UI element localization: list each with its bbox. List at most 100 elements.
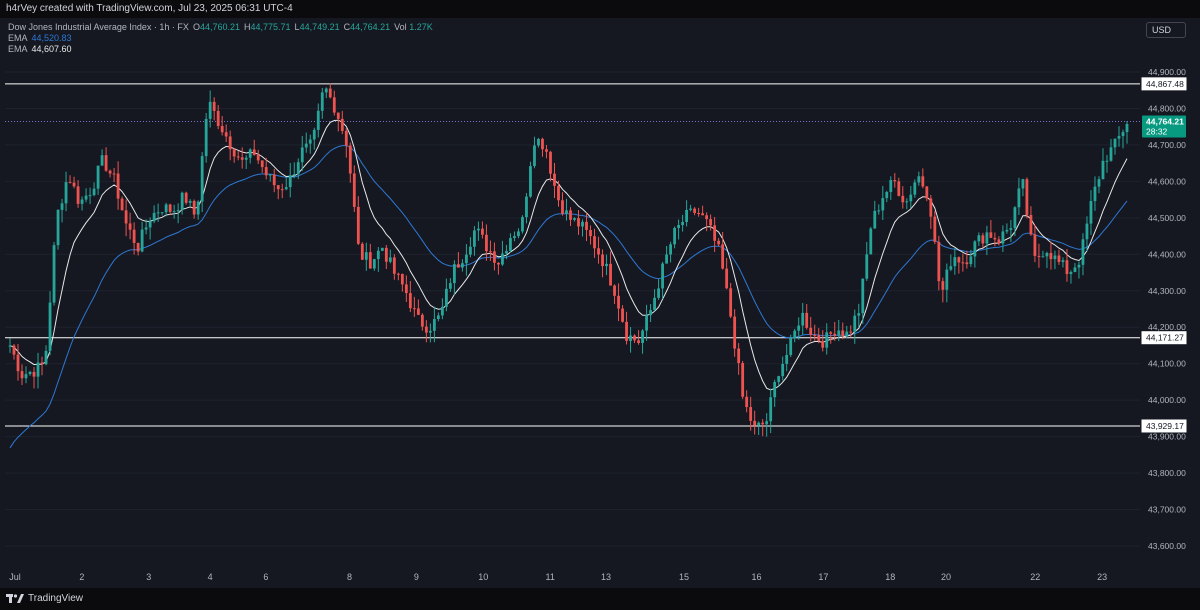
chart-legend: Dow Jones Industrial Average Index · 1h … bbox=[8, 22, 433, 55]
candle-body bbox=[509, 238, 512, 251]
candle-body bbox=[809, 327, 813, 335]
price-tick-label: 44,000.00 bbox=[1148, 395, 1186, 405]
candle-body bbox=[1061, 260, 1065, 262]
candle-body bbox=[493, 251, 496, 263]
candle-body bbox=[88, 195, 92, 197]
time-tick-label: 23 bbox=[1097, 572, 1107, 582]
candle-body bbox=[1021, 179, 1025, 189]
candle-body bbox=[673, 227, 676, 245]
candle-body bbox=[264, 167, 268, 176]
candle-body bbox=[1029, 215, 1033, 235]
last-price-label: 44,764.21 bbox=[1146, 117, 1184, 127]
time-tick-label: 6 bbox=[263, 572, 268, 582]
candle-body bbox=[208, 101, 212, 119]
candle-body bbox=[525, 196, 528, 218]
candle-body bbox=[573, 218, 576, 220]
candle-body bbox=[689, 208, 693, 210]
candle-body bbox=[569, 210, 572, 220]
price-tick-label: 44,500.00 bbox=[1148, 213, 1186, 223]
chart-area[interactable]: 44,900.00 44,800.00 44,700.00 44,600.00 44,5… bbox=[0, 18, 1200, 588]
candle-body bbox=[677, 225, 681, 228]
candle-body bbox=[817, 335, 821, 341]
candle-body bbox=[12, 345, 16, 355]
candle-body bbox=[785, 355, 789, 364]
candle-body bbox=[92, 188, 96, 196]
candle-body bbox=[308, 139, 312, 144]
candle-body bbox=[461, 263, 464, 268]
candle-body bbox=[605, 263, 608, 267]
candle-body bbox=[609, 263, 612, 286]
candle-body bbox=[577, 218, 580, 227]
legend-ema1-label: EMA bbox=[8, 33, 28, 43]
candle-body bbox=[116, 173, 120, 199]
time-tick-label: 20 bbox=[941, 572, 951, 582]
candle-body bbox=[1081, 239, 1085, 265]
candle-body bbox=[729, 288, 733, 317]
countdown-label: 28:32 bbox=[1146, 127, 1168, 137]
candle-body bbox=[953, 257, 957, 267]
level-price-label: 43,929.17 bbox=[1146, 421, 1184, 431]
candle-body bbox=[448, 283, 452, 289]
candle-body bbox=[340, 118, 344, 131]
tradingview-logo[interactable]: TradingView bbox=[6, 593, 83, 604]
candle-body bbox=[737, 348, 741, 364]
candle-body bbox=[64, 182, 68, 204]
candle-body bbox=[164, 204, 168, 213]
candle-body bbox=[192, 200, 196, 215]
legend-volume-key: Vol bbox=[394, 22, 407, 32]
candle-body bbox=[793, 330, 797, 339]
candle-body bbox=[400, 273, 404, 285]
candle-body bbox=[797, 325, 801, 331]
candle-body bbox=[428, 330, 432, 333]
candle-body bbox=[921, 176, 925, 187]
candle-body bbox=[469, 246, 472, 255]
candle-body bbox=[396, 273, 400, 275]
candle-body bbox=[933, 216, 937, 242]
candle-body bbox=[1069, 272, 1073, 275]
candle-body bbox=[436, 315, 440, 320]
candle-body bbox=[292, 174, 296, 176]
candle-body bbox=[32, 371, 36, 377]
candle-body bbox=[348, 145, 352, 174]
candle-body bbox=[1077, 264, 1081, 268]
candlestick-chart[interactable]: 44,900.00 44,800.00 44,700.00 44,600.00 44,5… bbox=[0, 18, 1200, 588]
candle-body bbox=[104, 155, 108, 171]
candle-body bbox=[789, 338, 793, 356]
candle-body bbox=[376, 250, 380, 260]
candle-body bbox=[725, 268, 729, 289]
candle-body bbox=[140, 229, 144, 252]
time-tick-label: 16 bbox=[751, 572, 761, 582]
candle-body bbox=[585, 221, 588, 230]
candle-body bbox=[416, 308, 420, 315]
candle-body bbox=[761, 422, 765, 425]
price-axis: 44,900.00 44,800.00 44,700.00 44,600.00 44,5… bbox=[1140, 18, 1200, 588]
legend-ema1-row[interactable]: EMA 44,520.83 bbox=[8, 33, 433, 44]
candle-body bbox=[621, 308, 624, 322]
chart-caption: h4rVey created with TradingView.com, Jul… bbox=[6, 3, 293, 14]
candle-body bbox=[1013, 207, 1017, 229]
candle-body bbox=[252, 149, 256, 155]
candle-body bbox=[352, 173, 356, 207]
candle-body bbox=[1009, 228, 1013, 230]
time-axis: Jul 2 3 4 6 8 9 10 11 13 15 16 17 18 20 22 23 bbox=[9, 572, 1107, 582]
legend-ema2-row[interactable]: EMA 44,607.60 bbox=[8, 44, 433, 55]
candle-body bbox=[721, 244, 725, 269]
candle-body bbox=[1045, 252, 1049, 257]
candle-body bbox=[645, 315, 648, 331]
candle-body bbox=[973, 241, 977, 257]
candle-body bbox=[196, 201, 200, 215]
ema-lines bbox=[9, 119, 1128, 449]
candle-body bbox=[989, 232, 993, 238]
candle-body bbox=[260, 160, 264, 168]
candle-body bbox=[236, 156, 240, 158]
candle-body bbox=[601, 254, 604, 267]
candle-body bbox=[1025, 179, 1029, 216]
candle-body bbox=[841, 330, 845, 336]
currency-button[interactable]: USD bbox=[1146, 22, 1186, 38]
candle-body bbox=[909, 194, 913, 202]
candle-body bbox=[713, 225, 717, 241]
candle-body bbox=[657, 288, 660, 298]
candle-body bbox=[176, 210, 180, 212]
candle-body bbox=[1097, 179, 1101, 187]
candle-body bbox=[709, 219, 713, 226]
